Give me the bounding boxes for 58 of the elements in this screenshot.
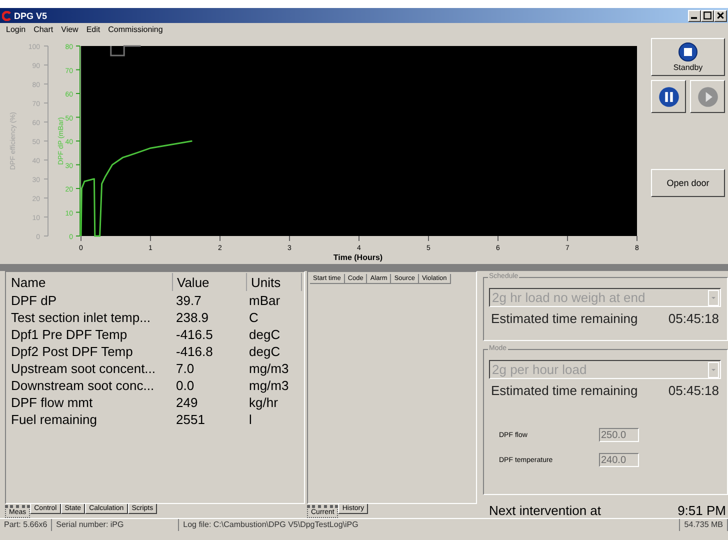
status-text: 54.735 MB — [680, 519, 728, 531]
table-cell-text: 39.7 — [175, 293, 202, 308]
table-cell-text: Dpf2 Post DPF Temp — [11, 344, 134, 359]
table-cell-text: Dpf1 Pre DPF Temp — [11, 327, 128, 342]
table-cell-text: 2551 — [175, 412, 206, 427]
axis-title: Time (Hours) — [333, 253, 383, 262]
table-cell-text: 249 — [175, 395, 199, 410]
logo-icon — [2, 10, 12, 20]
table-cell-text: mBar — [248, 293, 282, 308]
table-cell-text: mg/m3 — [248, 361, 290, 376]
table-cell-text: Downstream soot conc... — [11, 378, 156, 393]
status-text: Part: 5.66x6 — [0, 519, 52, 531]
table-cell-text: degC — [248, 344, 282, 359]
remaining-label: Estimated time remaining — [491, 311, 638, 326]
minimize-button[interactable] — [688, 10, 701, 22]
remaining-time: 05:45:18 — [668, 311, 719, 326]
status-text: Log file: C:\Cambustion\DPG V5\DpgTestLog\iPG — [179, 519, 680, 531]
remaining-label: Estimated time remaining — [491, 383, 638, 398]
maximize-button[interactable] — [701, 10, 714, 22]
close-button[interactable] — [714, 10, 727, 22]
play-icon — [696, 86, 718, 108]
close-icon — [716, 11, 725, 20]
menu-item[interactable]: View — [61, 25, 78, 36]
remaining-time: 05:45:18 — [668, 383, 719, 398]
column-header[interactable]: Value — [173, 273, 247, 291]
table-cell-text: C — [248, 310, 260, 325]
table-cell-text: mg/m3 — [248, 378, 290, 393]
table-cell-text: DPF dP — [11, 293, 58, 308]
column-header[interactable]: Name — [11, 273, 173, 291]
standby-button[interactable]: Standby — [651, 38, 725, 76]
series-line — [110, 45, 141, 56]
minimize-icon — [691, 16, 697, 18]
column-header[interactable]: Units — [247, 273, 302, 291]
table-cell-text: -416.5 — [175, 327, 214, 342]
maximize-icon — [703, 11, 712, 20]
pause-button[interactable] — [651, 80, 686, 113]
table-cell-text: 238.9 — [175, 310, 210, 325]
table-cell-text: 0.0 — [175, 378, 196, 393]
table-cell-text: Fuel remaining — [11, 412, 98, 427]
table-cell-text: 7.0 — [175, 361, 196, 376]
next-intervention-label: Next intervention at — [489, 503, 602, 518]
table-cell-text: -416.8 — [175, 344, 214, 359]
table-cell-text: Upstream soot concent... — [11, 361, 157, 376]
window-title: DPG V5 — [14, 10, 48, 20]
open-door-button[interactable]: Open door — [651, 169, 725, 197]
stop-icon — [678, 42, 698, 62]
status-text: Serial number: iPG — [52, 519, 180, 531]
table-cell-text: Test section inlet temp... — [11, 310, 152, 325]
menu-item[interactable]: Edit — [86, 25, 100, 36]
pause-icon — [658, 86, 680, 108]
table-cell-text: l — [248, 412, 253, 427]
menu-item[interactable]: Chart — [34, 25, 54, 36]
table-cell-text: degC — [248, 327, 282, 342]
table-cell-text: DPF flow mmt — [11, 395, 94, 410]
menu-item[interactable]: Login — [6, 25, 26, 36]
next-intervention-time: 9:51 PM — [678, 503, 726, 518]
table-cell-text: kg/hr — [248, 395, 279, 410]
menu-item[interactable]: Commissioning — [108, 25, 163, 36]
